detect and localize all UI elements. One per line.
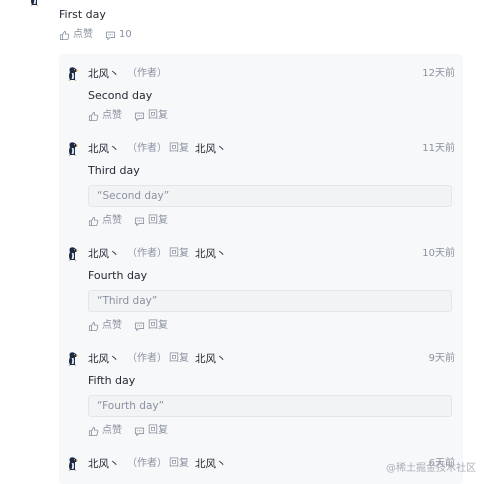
root-like-button[interactable]: 点赞 <box>59 29 93 41</box>
thumbs-up-icon <box>88 111 99 122</box>
reply-button[interactable]: 回复 <box>134 110 168 122</box>
reply-button-label: 回复 <box>148 215 168 226</box>
root-comment-actions: 点赞 10 <box>59 29 144 41</box>
thumbs-up-icon <box>88 216 99 227</box>
reply-author-name[interactable]: 北风丶 <box>88 458 120 470</box>
reply-avatar[interactable] <box>67 142 79 156</box>
reply-button-label: 回复 <box>148 110 168 121</box>
reply-author-name[interactable]: 北风丶 <box>88 353 120 365</box>
reply-avatar[interactable] <box>67 457 79 471</box>
like-label: 点赞 <box>102 110 122 121</box>
reply-to-label: 回复 <box>169 458 189 469</box>
root-comment-button[interactable]: 10 <box>105 29 132 41</box>
comment-bubble-icon <box>134 111 145 122</box>
root-like-label: 点赞 <box>73 29 93 40</box>
reply-target-name[interactable]: 北风丶 <box>195 248 227 260</box>
thumbs-up-icon <box>88 426 99 437</box>
author-tag: （作者） <box>127 248 167 259</box>
comment-bubble-icon <box>105 30 116 41</box>
reply-content: Fifth day <box>88 374 136 387</box>
reply-content: Second day <box>88 89 153 102</box>
reply-button-label: 回复 <box>148 320 168 331</box>
comment-bubble-icon <box>134 216 145 227</box>
like-button[interactable]: 点赞 <box>88 425 122 437</box>
reply-author-name[interactable]: 北风丶 <box>88 248 120 260</box>
reply-time: 10天前 <box>422 248 455 259</box>
quoted-reply[interactable]: “Second day” <box>88 185 452 207</box>
reply-button-label: 回复 <box>148 425 168 436</box>
thumbs-up-icon <box>59 30 70 41</box>
comment-bubble-icon <box>134 321 145 332</box>
reply-button[interactable]: 回复 <box>134 320 168 332</box>
reply-author-name[interactable]: 北风丶 <box>88 68 120 80</box>
reply-time: 12天前 <box>422 68 455 79</box>
replies-panel: 北风丶 （作者） 12天前 Second day 点赞 回复 北风丶 （作者） … <box>59 54 463 484</box>
reply-actions: 点赞 回复 <box>88 215 180 227</box>
author-tag: （作者） <box>127 143 167 154</box>
reply-time: 11天前 <box>422 143 455 154</box>
reply-avatar[interactable] <box>67 352 79 366</box>
thumbs-up-icon <box>88 321 99 332</box>
reply-target-name[interactable]: 北风丶 <box>195 353 227 365</box>
watermark: @稀土掘金技术社区 <box>386 463 476 474</box>
reply-target-name[interactable]: 北风丶 <box>195 458 227 470</box>
like-button[interactable]: 点赞 <box>88 320 122 332</box>
root-avatar[interactable] <box>28 0 42 6</box>
like-button[interactable]: 点赞 <box>88 110 122 122</box>
author-tag: （作者） <box>127 353 167 364</box>
reply-to-label: 回复 <box>169 248 189 259</box>
like-label: 点赞 <box>102 215 122 226</box>
reply-content: Fourth day <box>88 269 148 282</box>
reply-button[interactable]: 回复 <box>134 215 168 227</box>
root-comment-count: 10 <box>119 29 132 40</box>
reply-time: 9天前 <box>428 353 455 364</box>
like-button[interactable]: 点赞 <box>88 215 122 227</box>
reply-avatar[interactable] <box>67 67 79 81</box>
reply-to-label: 回复 <box>169 143 189 154</box>
reply-target-name[interactable]: 北风丶 <box>195 143 227 155</box>
reply-actions: 点赞 回复 <box>88 110 180 122</box>
comment-bubble-icon <box>134 426 145 437</box>
quoted-reply[interactable]: “Fourth day” <box>88 395 452 417</box>
root-comment-text: First day <box>59 8 106 21</box>
quoted-reply[interactable]: “Third day” <box>88 290 452 312</box>
reply-avatar[interactable] <box>67 247 79 261</box>
author-tag: （作者） <box>127 68 167 79</box>
reply-to-label: 回复 <box>169 353 189 364</box>
reply-actions: 点赞 回复 <box>88 320 180 332</box>
reply-button[interactable]: 回复 <box>134 425 168 437</box>
reply-actions: 点赞 回复 <box>88 425 180 437</box>
reply-content: Third day <box>88 164 140 177</box>
like-label: 点赞 <box>102 320 122 331</box>
author-tag: （作者） <box>127 458 167 469</box>
reply-author-name[interactable]: 北风丶 <box>88 143 120 155</box>
like-label: 点赞 <box>102 425 122 436</box>
